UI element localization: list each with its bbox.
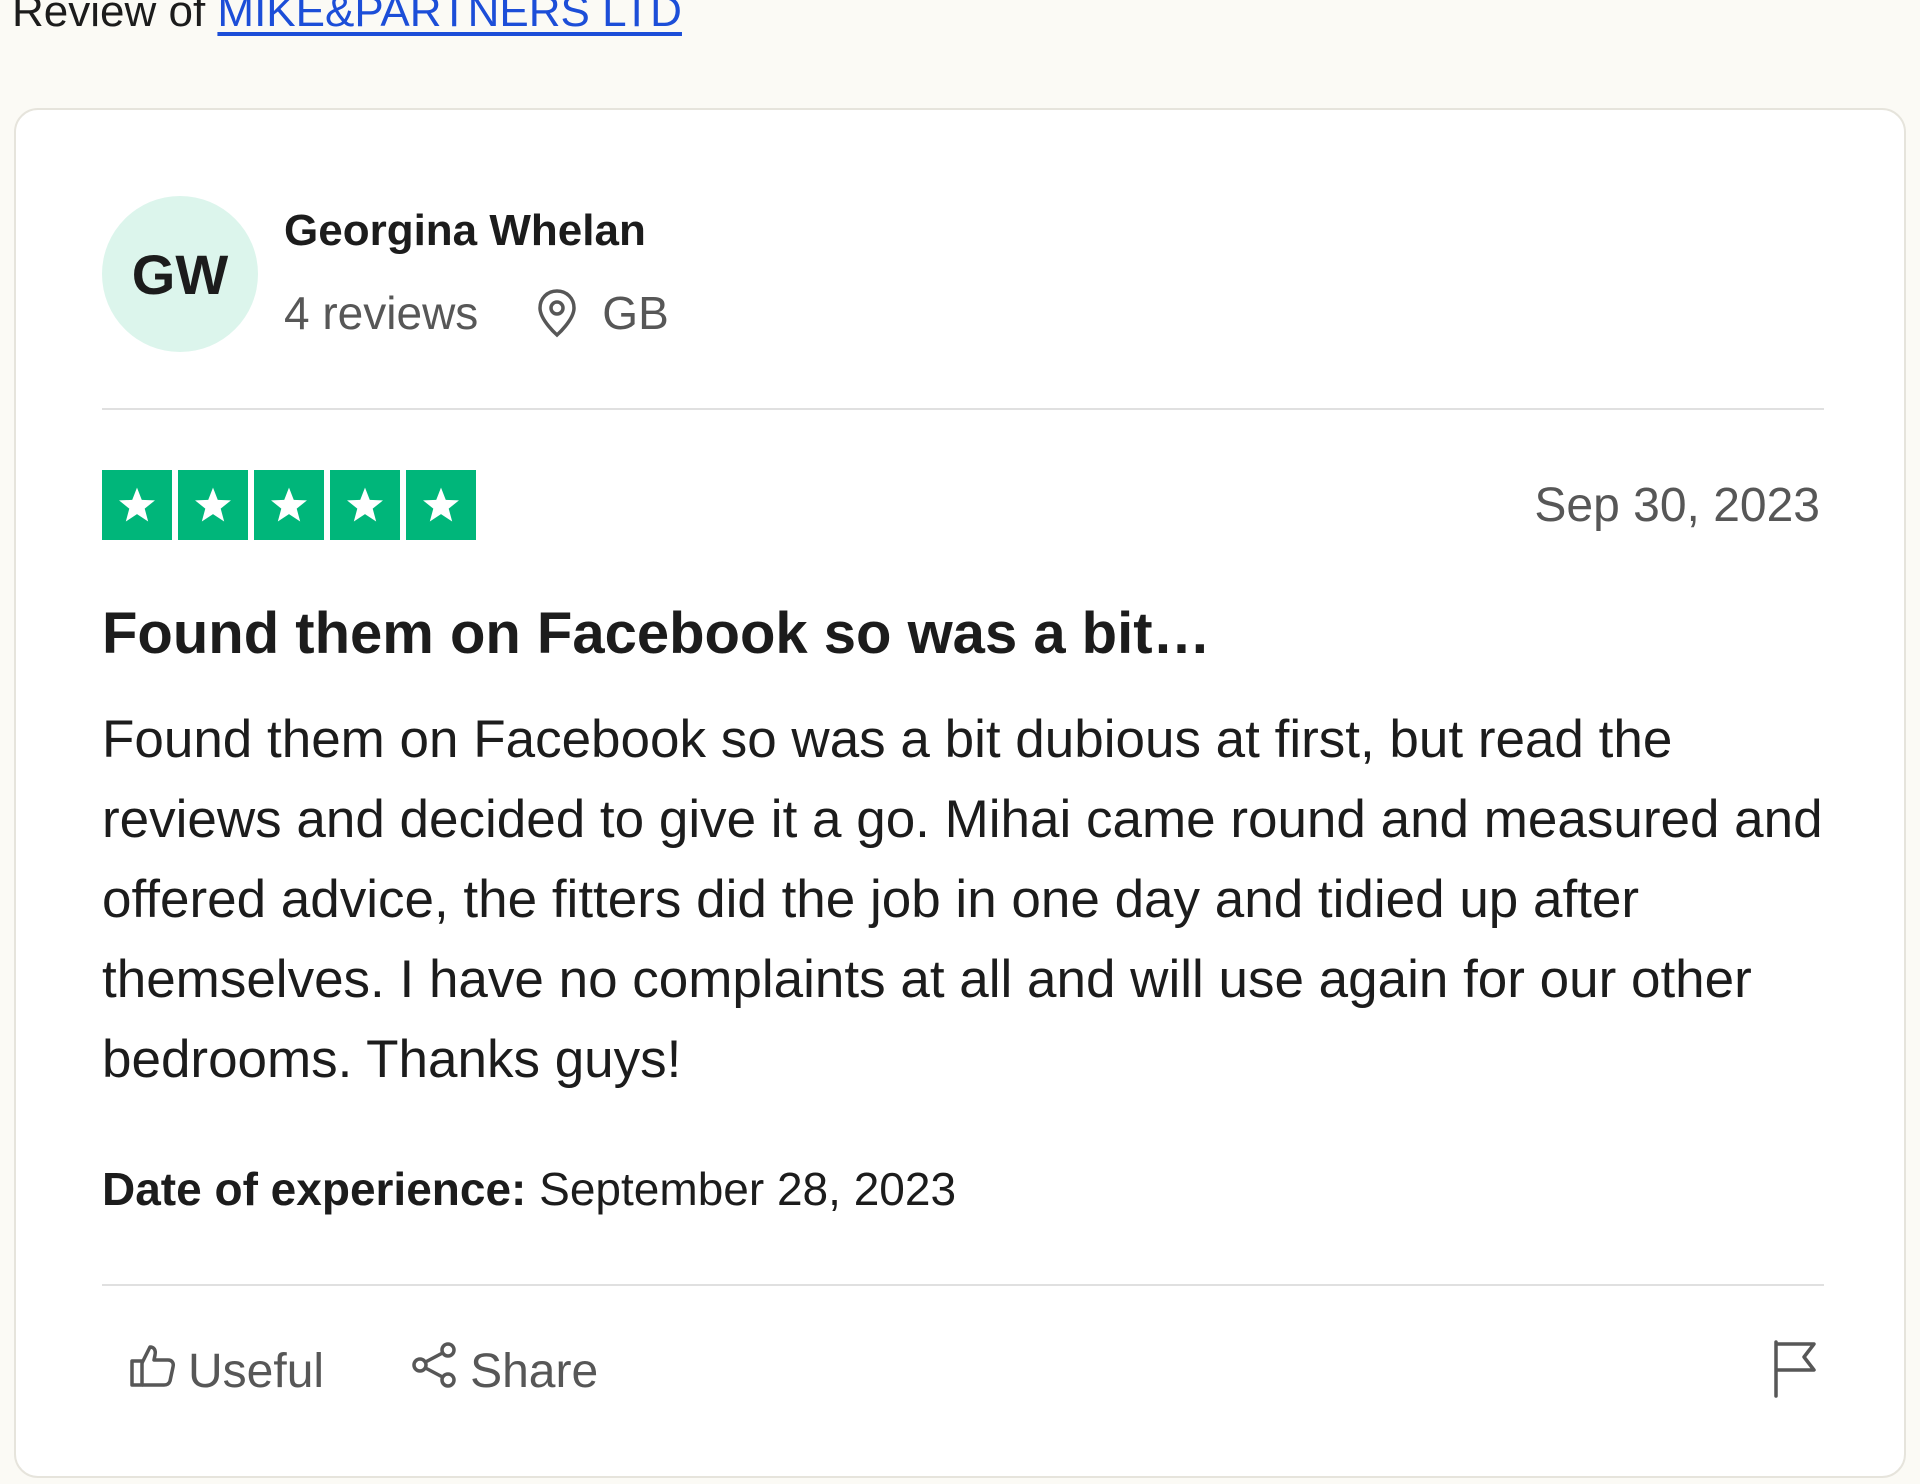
thumbs-up-icon: [128, 1341, 188, 1401]
review-title[interactable]: Found them on Facebook so was a bit…: [102, 600, 1211, 667]
star-icon: [254, 470, 324, 540]
flag-button[interactable]: [1770, 1338, 1820, 1398]
useful-label: Useful: [188, 1344, 325, 1398]
divider: [102, 408, 1824, 410]
star-icon: [330, 470, 400, 540]
avatar[interactable]: GW: [102, 196, 258, 352]
review-date: Sep 30, 2023: [1534, 479, 1820, 532]
location-pin-icon: [534, 287, 580, 339]
consumer-country: GB: [602, 287, 669, 339]
star-rating: [102, 470, 476, 540]
star-icon: [406, 470, 476, 540]
review-card: GW Georgina Whelan 4 reviews GB Sep 30, …: [14, 108, 1906, 1478]
star-icon: [102, 470, 172, 540]
consumer-name[interactable]: Georgina Whelan: [284, 206, 646, 256]
consumer-meta: 4 reviews GB: [284, 286, 669, 340]
date-of-experience: Date of experience: September 28, 2023: [102, 1162, 956, 1216]
review-heading-prefix: Review of: [12, 0, 206, 36]
share-icon: [408, 1340, 470, 1402]
share-label: Share: [470, 1344, 599, 1398]
reviews-count: 4 reviews: [284, 287, 479, 339]
flag-icon: [1770, 1340, 1820, 1402]
divider: [102, 1284, 1824, 1286]
review-heading: Review of MIKE&PARTNERS LTD: [12, 0, 682, 39]
company-link[interactable]: MIKE&PARTNERS LTD: [217, 0, 682, 36]
share-button[interactable]: Share: [408, 1340, 598, 1402]
review-body: Found them on Facebook so was a bit dubi…: [102, 710, 1823, 1089]
star-icon: [178, 470, 248, 540]
experience-date: September 28, 2023: [539, 1163, 957, 1215]
useful-button[interactable]: Useful: [128, 1341, 324, 1401]
experience-label: Date of experience:: [102, 1163, 527, 1215]
review-actions: Useful Share: [128, 1340, 598, 1402]
